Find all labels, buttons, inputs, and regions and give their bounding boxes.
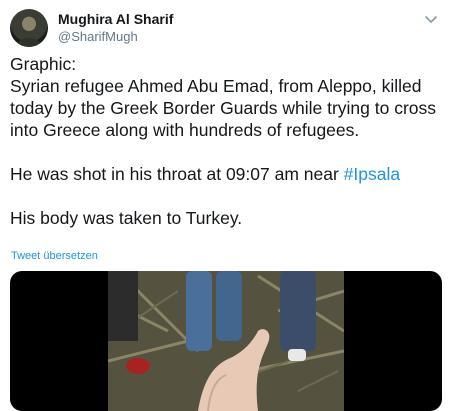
tweet-text: Graphic: Syrian refugee Ahmed Abu Emad, … bbox=[10, 53, 440, 229]
translate-link[interactable]: Tweet übersetzen bbox=[11, 250, 98, 262]
chevron-down-icon[interactable] bbox=[422, 10, 440, 28]
hashtag-link[interactable]: #Ipsala bbox=[344, 164, 400, 184]
author-name[interactable]: Mughira Al Sharif bbox=[58, 11, 173, 27]
tweet-line-1: Graphic: bbox=[10, 54, 77, 74]
video-frame[interactable] bbox=[108, 271, 344, 411]
avatar[interactable] bbox=[10, 9, 48, 47]
tweet-line-3: He was shot in his throat at 09:07 am ne… bbox=[10, 164, 344, 184]
author-handle[interactable]: @SharifMugh bbox=[58, 29, 138, 44]
tweet-line-2: Syrian refugee Ahmed Abu Emad, from Alep… bbox=[10, 76, 441, 140]
tweet-line-4: His body was taken to Turkey. bbox=[10, 208, 243, 228]
media-container[interactable] bbox=[10, 271, 442, 411]
